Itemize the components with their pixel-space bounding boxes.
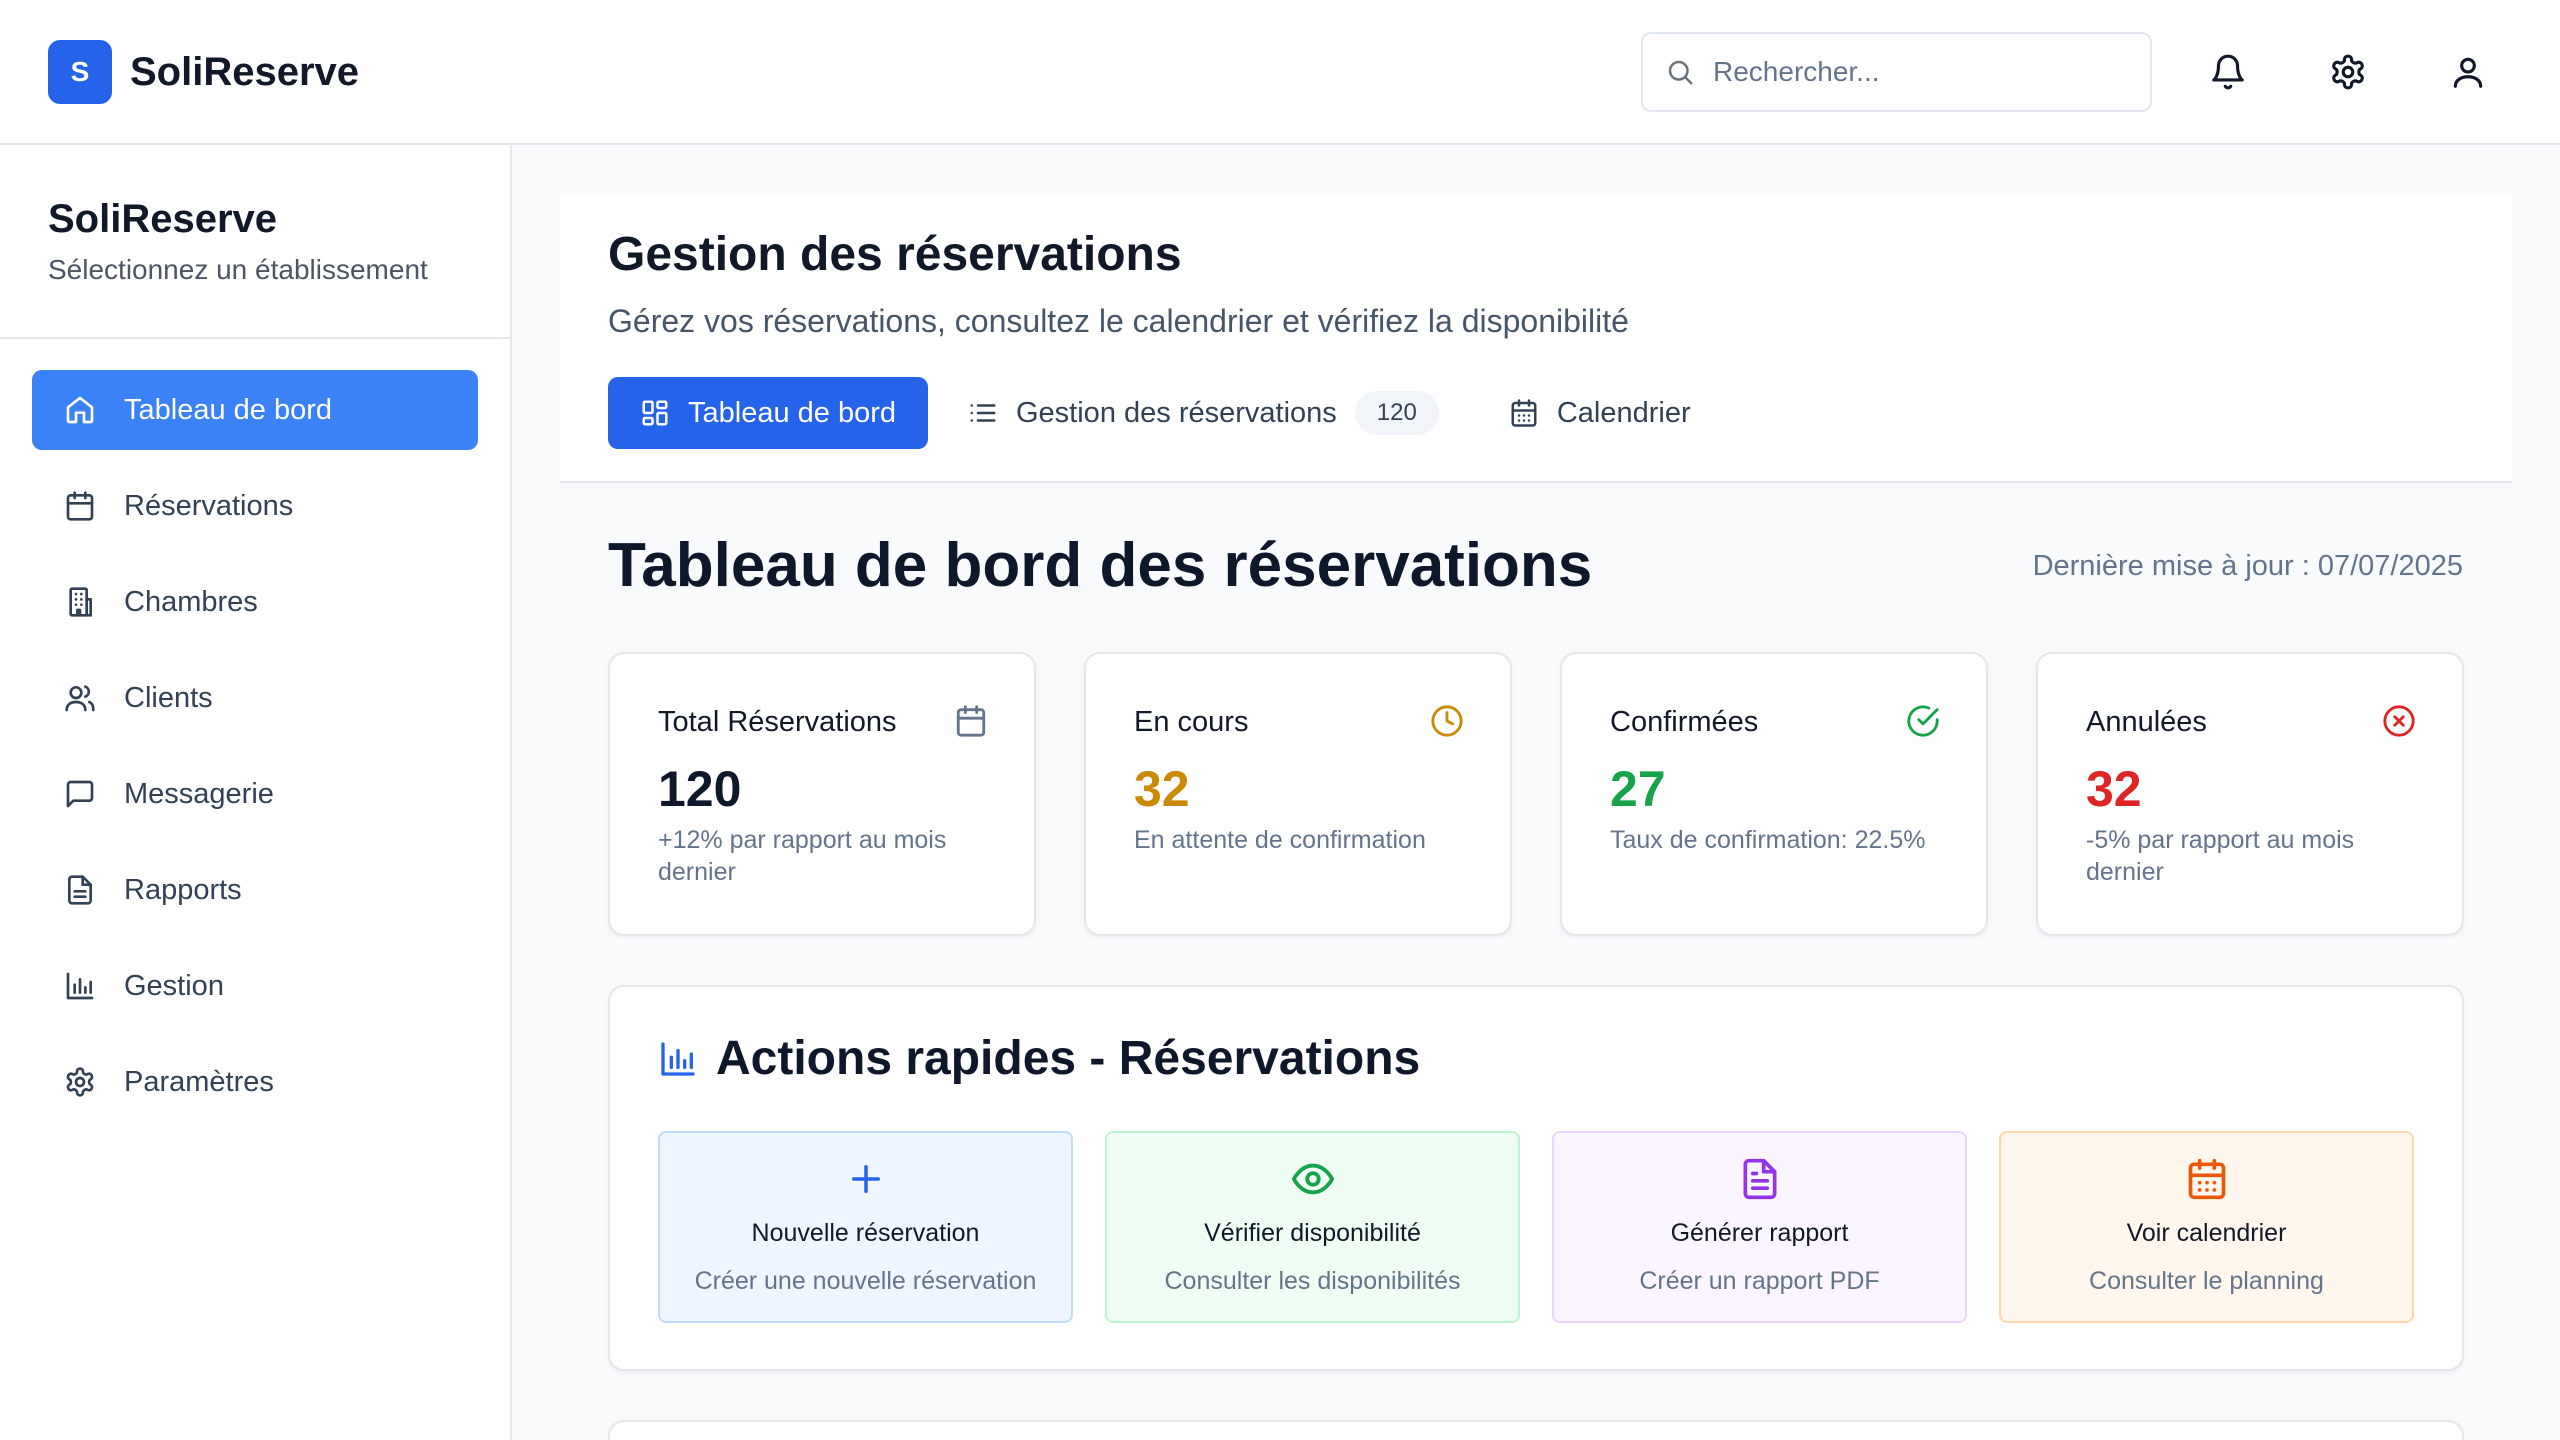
notifications-button[interactable] (2198, 42, 2258, 102)
page-subtitle: Gérez vos réservations, consultez le cal… (608, 303, 1629, 339)
eye-icon (1289, 1155, 1337, 1203)
file-icon (62, 872, 98, 908)
stat-label: En cours (1134, 706, 1249, 738)
action-description: Créer un rapport PDF (1639, 1267, 1880, 1295)
action-label: Nouvelle réservation (751, 1219, 980, 1247)
stat-note: +12% par rapport au mois dernier (658, 826, 947, 886)
calendar-icon (62, 488, 98, 524)
sidebar-header[interactable]: SoliReserve Sélectionnez un établissemen… (0, 145, 510, 339)
calendar-days-icon (2183, 1155, 2231, 1203)
quick-actions-title: Actions rapides - Réservations (716, 1032, 1421, 1085)
stat-label: Total Réservations (658, 706, 897, 738)
quick-actions-panel: Actions rapides - Réservations Nouvelle … (608, 985, 2464, 1371)
stat-note: En attente de confirmation (1134, 826, 1426, 854)
x-circle-icon (2382, 704, 2416, 738)
last-update: Dernière mise à jour : 07/07/2025 (2032, 550, 2463, 582)
action-label: Vérifier disponibilité (1204, 1219, 1421, 1247)
stat-value: 32 (1134, 761, 1190, 817)
action-label: Voir calendrier (2126, 1219, 2287, 1247)
search-input[interactable] (1713, 56, 2113, 88)
sidebar-item-reservations[interactable]: Réservations (32, 466, 478, 546)
next-panel (608, 1420, 2464, 1440)
clock-icon (1430, 704, 1464, 738)
stat-card-en-cours: En cours 32 En attente de confirmation (1084, 652, 1512, 936)
action-description: Consulter les disponibilités (1164, 1267, 1461, 1295)
stat-card-annulees: Annulées 32 -5% par rapport au mois dern… (2036, 652, 2464, 936)
quick-actions-header: Actions rapides - Réservations (658, 1031, 1420, 1086)
sidebar: SoliReserve Sélectionnez un établissemen… (0, 145, 512, 1440)
sidebar-item-label: Messagerie (124, 777, 274, 810)
search-box[interactable] (1641, 32, 2152, 112)
new-reservation-button[interactable]: Nouvelle réservation Créer une nouvelle … (658, 1131, 1073, 1323)
tab-label: Calendrier (1556, 396, 1691, 429)
bar-chart-icon (658, 1039, 698, 1079)
calendar-icon (1509, 398, 1539, 428)
sidebar-title: SoliReserve (48, 197, 278, 241)
sidebar-nav: Tableau de bord Réservations Chambres Cl… (0, 339, 510, 1122)
user-icon (2449, 53, 2487, 91)
stat-note: -5% par rapport au mois dernier (2086, 826, 2355, 886)
stat-note: Taux de confirmation: 22.5% (1610, 826, 1926, 854)
tab-tableau-de-bord[interactable]: Tableau de bord (608, 377, 928, 449)
profile-button[interactable] (2438, 42, 2498, 102)
stat-card-total: Total Réservations 120 +12% par rapport … (608, 652, 1036, 936)
sidebar-item-label: Paramètres (124, 1065, 274, 1098)
stat-label: Annulées (2086, 706, 2207, 738)
plus-icon (842, 1155, 890, 1203)
generate-report-button[interactable]: Générer rapport Créer un rapport PDF (1552, 1131, 1967, 1323)
sidebar-item-clients[interactable]: Clients (32, 658, 478, 738)
sidebar-item-parametres[interactable]: Paramètres (32, 1042, 478, 1122)
list-icon (968, 398, 998, 428)
stat-card-confirmees: Confirmées 27 Taux de confirmation: 22.5… (1560, 652, 1988, 936)
count-badge: 120 (1354, 391, 1439, 435)
sidebar-item-gestion[interactable]: Gestion (32, 946, 478, 1026)
search-icon (1665, 57, 1695, 87)
sidebar-item-label: Tableau de bord (124, 393, 332, 426)
brand-name: SoliReserve (130, 49, 360, 94)
sidebar-item-label: Réservations (124, 489, 294, 522)
gear-icon (2329, 53, 2367, 91)
brand-logo: S (48, 40, 112, 104)
grid-icon (640, 398, 670, 428)
home-icon (62, 392, 98, 428)
tab-label: Gestion des réservations (1016, 396, 1337, 429)
brand[interactable]: S SoliReserve (48, 40, 359, 104)
stat-value: 120 (658, 761, 742, 817)
sidebar-item-label: Chambres (124, 585, 258, 618)
view-calendar-button[interactable]: Voir calendrier Consulter le planning (1999, 1131, 2414, 1323)
action-description: Consulter le planning (2089, 1267, 2324, 1295)
sidebar-item-label: Rapports (124, 873, 242, 906)
message-icon (62, 776, 98, 812)
page-title: Gestion des réservations (608, 228, 1182, 281)
check-availability-button[interactable]: Vérifier disponibilité Consulter les dis… (1105, 1131, 1520, 1323)
dashboard-title: Tableau de bord des réservations (608, 531, 1593, 600)
tab-bar: Tableau de bord Gestion des réservations… (608, 377, 1691, 449)
sidebar-item-label: Clients (124, 681, 213, 714)
settings-button[interactable] (2318, 42, 2378, 102)
action-description: Créer une nouvelle réservation (694, 1267, 1037, 1295)
users-icon (62, 680, 98, 716)
sidebar-item-label: Gestion (124, 969, 224, 1002)
action-label: Générer rapport (1670, 1219, 1849, 1247)
tab-label: Tableau de bord (688, 396, 896, 429)
sidebar-item-tableau-de-bord[interactable]: Tableau de bord (32, 370, 478, 450)
building-icon (62, 584, 98, 620)
stat-value: 27 (1610, 761, 1666, 817)
top-header: S SoliReserve (0, 0, 2560, 145)
tab-calendrier[interactable]: Calendrier (1509, 377, 1691, 449)
bell-icon (2209, 53, 2247, 91)
check-circle-icon (1906, 704, 1940, 738)
sidebar-item-chambres[interactable]: Chambres (32, 562, 478, 642)
calendar-icon (954, 704, 988, 738)
bar-chart-icon (62, 968, 98, 1004)
sidebar-item-messagerie[interactable]: Messagerie (32, 754, 478, 834)
file-text-icon (1736, 1155, 1784, 1203)
sidebar-subtitle: Sélectionnez un établissement (48, 254, 428, 285)
page-header: Gestion des réservations Gérez vos réser… (560, 195, 2512, 483)
stat-label: Confirmées (1610, 706, 1759, 738)
tab-gestion-des-reservations[interactable]: Gestion des réservations 120 (968, 377, 1439, 449)
gear-icon (62, 1064, 98, 1100)
stat-value: 32 (2086, 761, 2142, 817)
sidebar-item-rapports[interactable]: Rapports (32, 850, 478, 930)
